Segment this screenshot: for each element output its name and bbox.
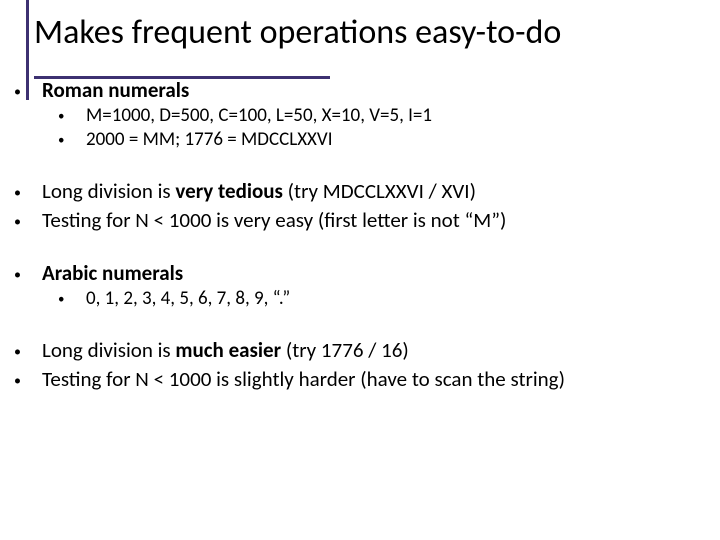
bullet-dot-icon: • (28, 84, 42, 101)
bullet-dot-icon: • (72, 133, 86, 149)
title-block: Makes frequent operations easy-to-do (34, 14, 700, 57)
bullet-roman-values: •M=1000, D=500, C=100, L=50, X=10, V=5, … (72, 105, 696, 128)
bullet-dot-icon: • (72, 292, 86, 308)
body-content: •Roman numerals •M=1000, D=500, C=100, L… (28, 74, 696, 395)
bullet-dot-icon: • (28, 185, 42, 202)
bullet-arabic-digits: •0, 1, 2, 3, 4, 5, 6, 7, 8, 9, “.” (72, 288, 696, 311)
bullet-roman-examples: •2000 = MM; 1776 = MDCCLXXVI (72, 129, 696, 152)
bullet-test-roman: •Testing for N < 1000 is very easy (firs… (28, 208, 696, 233)
bullet-longdiv-arabic: •Long division is much easier (try 1776 … (28, 338, 696, 363)
bullet-dot-icon: • (72, 109, 86, 125)
bullet-roman-heading: •Roman numerals (28, 78, 696, 103)
slide-title: Makes frequent operations easy-to-do (34, 14, 700, 57)
slide: Makes frequent operations easy-to-do •Ro… (0, 0, 720, 540)
bullet-dot-icon: • (28, 267, 42, 284)
bullet-dot-icon: • (28, 373, 42, 390)
bullet-arabic-heading: •Arabic numerals (28, 261, 696, 286)
bullet-test-arabic: •Testing for N < 1000 is slightly harder… (28, 367, 696, 392)
bullet-longdiv-roman: •Long division is very tedious (try MDCC… (28, 179, 696, 204)
bullet-dot-icon: • (28, 214, 42, 231)
bullet-dot-icon: • (28, 344, 42, 361)
